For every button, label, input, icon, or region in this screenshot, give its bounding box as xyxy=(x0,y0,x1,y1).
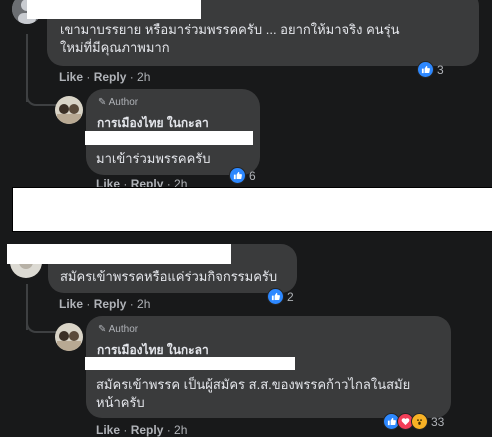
author-avatar[interactable] xyxy=(55,323,83,351)
like-reaction-icon xyxy=(267,288,284,305)
reply-actions: Like · Reply · 2h xyxy=(96,423,188,437)
like-reaction-icon xyxy=(229,167,246,184)
reaction-summary[interactable]: 33 xyxy=(383,413,444,430)
redacted-text xyxy=(85,131,253,145)
reaction-count: 6 xyxy=(249,168,256,183)
reaction-count: 2 xyxy=(287,289,294,304)
author-badge: ✎ Author xyxy=(98,97,138,108)
wow-reaction-icon xyxy=(411,413,428,430)
reply-text: สมัครเข้าพรรค เป็นผู้สมัคร ส.ส.ของพรรคก้… xyxy=(96,376,446,412)
reply-link[interactable]: Reply xyxy=(131,423,164,437)
comment-actions: Like · Reply · 2h xyxy=(59,297,151,311)
reaction-summary[interactable]: 3 xyxy=(417,61,444,78)
pencil-icon: ✎ xyxy=(98,97,107,108)
reply-text: มาเข้าร่วมพรรคครับ xyxy=(96,151,211,166)
comment-text-line: เขามาบรรยาย หรือมาร่วมพรรคครับ ... อยากใ… xyxy=(60,22,400,37)
thread-connector xyxy=(26,86,56,106)
reaction-count: 33 xyxy=(431,414,445,429)
author-avatar[interactable] xyxy=(55,96,83,124)
author-avatar-icon xyxy=(55,96,83,124)
redaction-block xyxy=(12,187,492,232)
redacted-name xyxy=(27,0,201,19)
reaction-summary[interactable]: 6 xyxy=(229,167,256,184)
like-link[interactable]: Like xyxy=(59,297,83,311)
reply-link[interactable]: Reply xyxy=(94,297,127,311)
thread-connector xyxy=(26,313,56,333)
reply-link[interactable]: Reply xyxy=(94,70,127,84)
redacted-name xyxy=(7,244,231,264)
timestamp[interactable]: 2h xyxy=(137,297,150,311)
like-link[interactable]: Like xyxy=(59,70,83,84)
comment-text: สมัครเข้าพรรคหรือแค่ร่วมกิจกรรมครับ xyxy=(60,269,278,284)
comment-text-line: ใหม่ที่มีคุณภาพมาก xyxy=(60,40,170,55)
comment-text: เขามาบรรยาย หรือมาร่วมพรรคครับ ... อยากใ… xyxy=(60,21,480,57)
like-link[interactable]: Like xyxy=(96,423,120,437)
like-reaction-icon xyxy=(417,61,434,78)
pencil-icon: ✎ xyxy=(98,324,107,335)
reaction-summary[interactable]: 2 xyxy=(267,288,294,305)
redacted-text xyxy=(85,357,295,370)
author-badge: ✎ Author xyxy=(98,324,138,335)
author-badge-label: Author xyxy=(108,324,139,335)
comment-actions: Like · Reply · 2h xyxy=(59,70,151,84)
author-badge-label: Author xyxy=(108,97,139,108)
author-avatar-icon xyxy=(55,323,83,351)
reply-text-line: สมัครเข้าพรรค เป็นผู้สมัคร ส.ส.ของพรรคก้… xyxy=(96,377,411,392)
reply-text-line: หน้าครับ xyxy=(96,395,145,410)
timestamp[interactable]: 2h xyxy=(174,423,187,437)
timestamp[interactable]: 2h xyxy=(137,70,150,84)
reaction-count: 3 xyxy=(437,62,444,77)
